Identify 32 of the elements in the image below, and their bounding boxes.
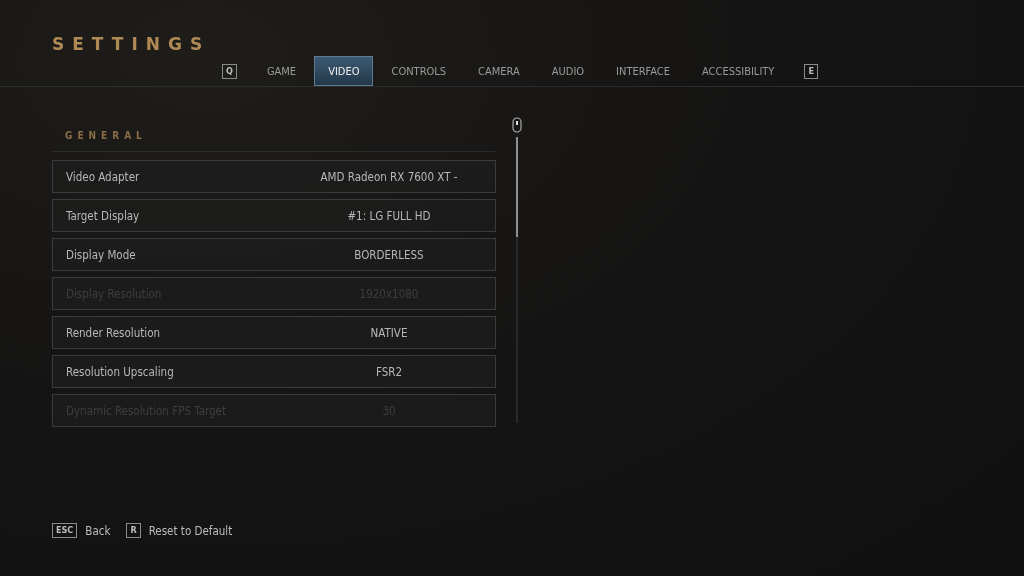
key-hint: ESC — [52, 523, 78, 538]
setting-value: NATIVE — [369, 325, 409, 340]
setting-row[interactable]: Display Mode BORDERLESS — [52, 238, 496, 271]
key-hint: E — [804, 63, 818, 79]
setting-value: AMD Radeon RX 7600 XT - — [319, 169, 459, 184]
page-title: SETTINGS — [52, 34, 212, 54]
mouse-icon — [512, 117, 522, 133]
setting-label: Render Resolution — [66, 325, 162, 340]
key-hint: Q — [222, 63, 237, 79]
tab[interactable]: AUDIO — [537, 56, 599, 86]
setting-value: FSR2 — [374, 364, 404, 379]
setting-row[interactable]: Resolution Upscaling FSR2 — [52, 355, 496, 388]
hint-label[interactable]: Back — [85, 523, 111, 538]
tab[interactable]: GAME — [252, 56, 311, 86]
tab[interactable]: INTERFACE — [602, 56, 685, 86]
tab[interactable]: VIDEO — [314, 56, 374, 86]
setting-row[interactable]: Target Display #1: LG FULL HD — [52, 199, 496, 232]
scrollbar[interactable] — [516, 137, 518, 423]
tab[interactable]: ACCESSIBILITY — [688, 56, 789, 86]
setting-value: #1: LG FULL HD — [346, 208, 432, 223]
tab[interactable]: CAMERA — [464, 56, 534, 86]
setting-label: Display Mode — [66, 247, 137, 262]
setting-row[interactable]: Render Resolution NATIVE — [52, 316, 496, 349]
setting-label: Resolution Upscaling — [66, 364, 175, 379]
setting-label: Video Adapter — [66, 169, 141, 184]
setting-row[interactable]: Video Adapter AMD Radeon RX 7600 XT - — [52, 160, 496, 193]
setting-label: Target Display — [66, 208, 141, 223]
key-hint: R — [126, 523, 141, 538]
tab[interactable]: CONTROLS — [377, 56, 461, 86]
section-heading: GENERAL — [52, 127, 496, 152]
setting-value: BORDERLESS — [353, 247, 425, 262]
hint-label[interactable]: Reset to Default — [148, 523, 233, 538]
